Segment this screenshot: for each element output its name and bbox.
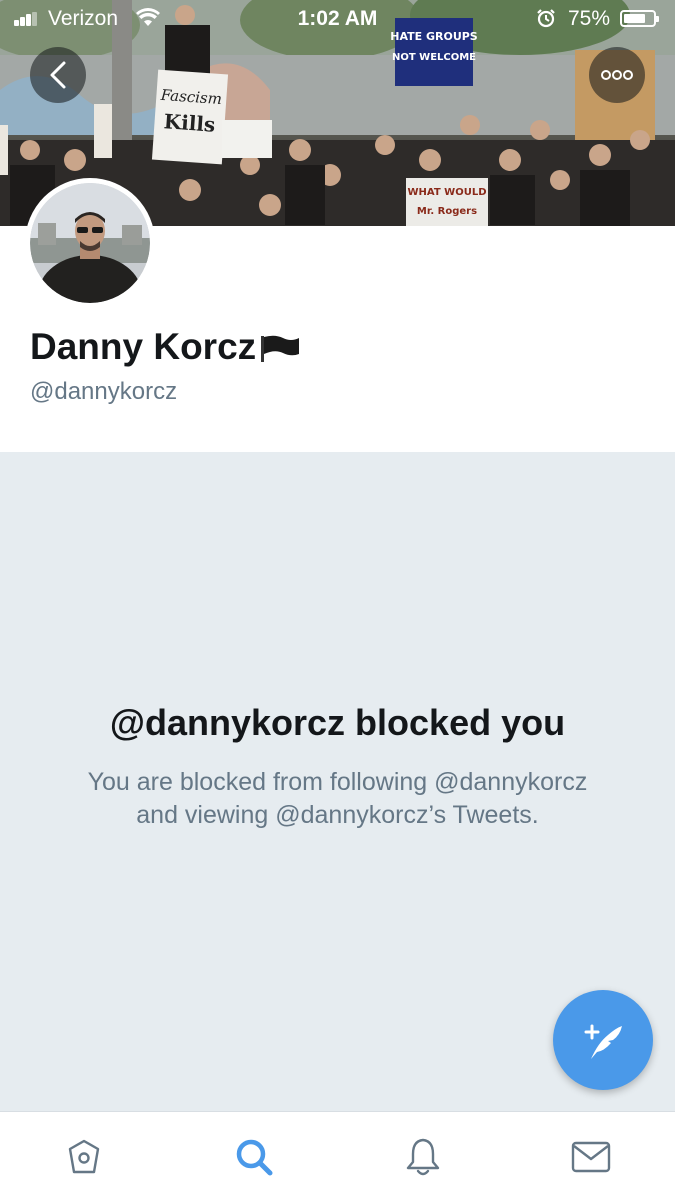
blocked-message: You are blocked from following @dannykor…: [87, 768, 588, 829]
envelope-icon: [571, 1141, 611, 1173]
bottom-tab-bar: [0, 1111, 675, 1201]
profile-handle: @dannykorcz: [30, 378, 178, 405]
tab-messages[interactable]: [568, 1134, 614, 1180]
battery-percentage: 75%: [568, 7, 611, 30]
banner-sign-text: WHAT WOULD: [408, 187, 487, 198]
banner-sign-text: Kills: [163, 109, 216, 137]
tab-search[interactable]: [231, 1134, 277, 1180]
more-options-button[interactable]: [589, 47, 645, 103]
battery-icon: [620, 10, 659, 27]
tab-home[interactable]: [61, 1134, 107, 1180]
compose-tweet-icon: [584, 1024, 622, 1059]
banner-sign-text: NOT WELCOME: [392, 52, 476, 63]
profile-display-name: Danny Korcz: [30, 326, 301, 368]
chevron-left-icon: [50, 61, 66, 89]
display-name-text: Danny Korcz: [30, 326, 257, 367]
battery-level-fill: [624, 14, 645, 23]
compose-tweet-button[interactable]: [553, 990, 653, 1090]
tab-notifications[interactable]: [400, 1134, 446, 1180]
bell-icon: [406, 1138, 440, 1176]
status-bar: Verizon 1:02 AM 75%: [0, 0, 675, 38]
profile-avatar[interactable]: [25, 178, 155, 308]
back-button[interactable]: [30, 47, 86, 103]
blocked-title: @dannykorcz blocked you: [109, 702, 566, 743]
more-horizontal-icon: [601, 70, 633, 80]
avatar-photo: [30, 183, 150, 303]
banner-sign-text: Mr. Rogers: [417, 206, 477, 217]
search-icon: [236, 1139, 273, 1176]
black-flag-icon: [261, 335, 300, 362]
alarm-clock-icon: [537, 9, 555, 28]
home-icon: [68, 1139, 100, 1174]
